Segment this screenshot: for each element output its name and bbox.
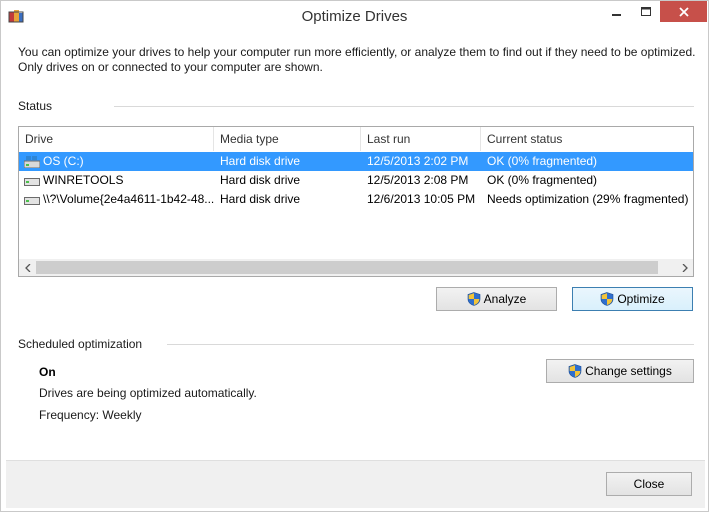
column-header-current-status[interactable]: Current status: [481, 127, 693, 151]
title-bar[interactable]: Optimize Drives: [1, 1, 708, 31]
uac-shield-icon: [601, 292, 614, 306]
table-row[interactable]: \\?\Volume{2e4a4611-1b42-48... Hard disk…: [19, 190, 693, 209]
media-type-cell: Hard disk drive: [220, 154, 301, 168]
drive-name: OS (C:): [43, 154, 84, 168]
close-label: Close: [633, 477, 665, 491]
maximize-button[interactable]: [631, 1, 660, 22]
last-run-cell: 12/5/2013 2:08 PM: [367, 173, 469, 187]
media-type-cell: Hard disk drive: [220, 173, 301, 187]
horizontal-scrollbar[interactable]: [19, 259, 693, 276]
table-row[interactable]: WINRETOOLS Hard disk drive 12/5/2013 2:0…: [19, 171, 693, 190]
uac-shield-icon: [467, 292, 480, 306]
chevron-left-icon: [24, 263, 30, 272]
column-header-media-type[interactable]: Media type: [214, 127, 361, 151]
scroll-right-button[interactable]: [676, 259, 693, 276]
scheduled-divider: [167, 344, 694, 345]
analyze-button[interactable]: Analyze: [436, 287, 557, 311]
scheduled-section-label: Scheduled optimization: [18, 337, 143, 351]
current-status-cell: OK (0% fragmented): [487, 173, 598, 187]
hard-drive-icon: [24, 196, 40, 205]
current-status-cell: Needs optimization (29% fragmented): [487, 192, 689, 206]
media-type-cell: Hard disk drive: [220, 192, 301, 206]
table-row[interactable]: OS (C:) Hard disk drive 12/5/2013 2:02 P…: [19, 152, 693, 171]
drive-cell: WINRETOOLS: [19, 171, 214, 190]
change-settings-label: Change settings: [585, 364, 672, 378]
last-run-cell: 12/6/2013 10:05 PM: [367, 192, 476, 206]
optimize-button[interactable]: Optimize: [572, 287, 693, 311]
close-icon: [678, 6, 689, 17]
intro-text: You can optimize your drives to help you…: [18, 45, 696, 74]
change-settings-button[interactable]: Change settings: [546, 359, 694, 383]
close-window-button[interactable]: [660, 1, 707, 22]
status-section-label: Status: [18, 99, 53, 113]
optimize-drives-window: Optimize Drives You can optimize your dr…: [0, 0, 709, 512]
chevron-right-icon: [682, 263, 688, 272]
drives-list-header: Drive Media type Last run Current status: [19, 127, 693, 151]
minimize-icon: [611, 13, 621, 16]
drive-name: WINRETOOLS: [43, 173, 124, 187]
current-status-cell: OK (0% fragmented): [487, 154, 598, 168]
schedule-state: On: [39, 365, 56, 379]
uac-shield-icon: [568, 364, 582, 378]
minimize-button[interactable]: [602, 1, 631, 22]
dialog-footer: Close: [6, 460, 705, 508]
schedule-description: Drives are being optimized automatically…: [39, 386, 257, 400]
scroll-left-button[interactable]: [19, 259, 36, 276]
last-run-cell: 12/5/2013 2:02 PM: [367, 154, 469, 168]
drive-name: \\?\Volume{2e4a4611-1b42-48...: [43, 192, 214, 206]
schedule-frequency: Frequency: Weekly: [39, 408, 142, 422]
scrollbar-thumb[interactable]: [36, 261, 658, 274]
drive-cell: OS (C:): [19, 152, 214, 171]
maximize-icon: [640, 6, 651, 16]
os-drive-icon: [24, 155, 40, 168]
analyze-label: Analyze: [483, 292, 527, 306]
drive-cell: \\?\Volume{2e4a4611-1b42-48...: [19, 190, 214, 209]
column-header-last-run[interactable]: Last run: [361, 127, 481, 151]
optimize-label: Optimize: [617, 292, 665, 306]
status-divider: [114, 106, 694, 107]
hard-drive-icon: [24, 177, 40, 186]
close-button[interactable]: Close: [606, 472, 692, 496]
drives-list[interactable]: Drive Media type Last run Current status…: [18, 126, 694, 277]
column-header-drive[interactable]: Drive: [19, 127, 214, 151]
